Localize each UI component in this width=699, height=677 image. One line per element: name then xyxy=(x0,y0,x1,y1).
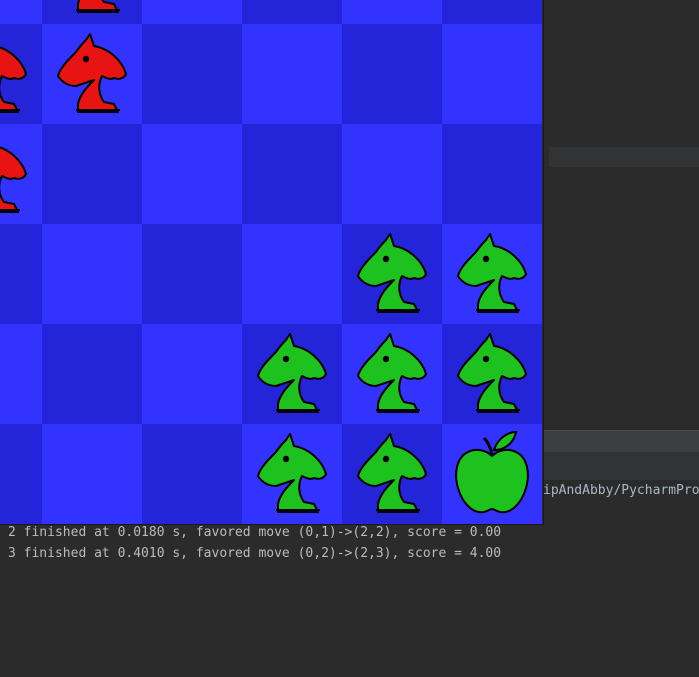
board-square[interactable] xyxy=(42,424,142,524)
green-knight-icon[interactable] xyxy=(242,324,342,424)
board-square[interactable] xyxy=(342,0,442,24)
red-knight-icon[interactable] xyxy=(0,24,42,124)
console-output[interactable]: 2 finished at 0.0180 s, favored move (0,… xyxy=(0,522,699,677)
board-square[interactable] xyxy=(42,324,142,424)
green-knight-icon[interactable] xyxy=(342,224,442,324)
apple-icon[interactable] xyxy=(442,424,542,524)
red-knight-icon[interactable] xyxy=(0,124,42,224)
board-square[interactable] xyxy=(42,224,142,324)
board-square[interactable] xyxy=(242,224,342,324)
board-square[interactable] xyxy=(142,0,242,24)
board-square[interactable] xyxy=(342,24,442,124)
board-square[interactable] xyxy=(0,224,42,324)
board-square[interactable] xyxy=(0,324,42,424)
board-square[interactable] xyxy=(442,124,542,224)
board-square[interactable] xyxy=(242,24,342,124)
run-toolwindow-header[interactable] xyxy=(543,430,699,453)
board-square[interactable] xyxy=(142,224,242,324)
board-square[interactable] xyxy=(342,124,442,224)
console-line: 3 finished at 0.4010 s, favored move (0,… xyxy=(8,546,502,561)
console-line: 2 finished at 0.0180 s, favored move (0,… xyxy=(8,525,502,540)
ide-panel-strip xyxy=(549,147,699,167)
board-square[interactable] xyxy=(242,124,342,224)
green-knight-icon[interactable] xyxy=(342,324,442,424)
board-square[interactable] xyxy=(442,0,542,24)
board-square[interactable] xyxy=(42,124,142,224)
board-square[interactable] xyxy=(0,0,42,24)
board-square[interactable] xyxy=(142,124,242,224)
red-knight-icon[interactable] xyxy=(42,24,142,124)
green-knight-icon[interactable] xyxy=(242,424,342,524)
green-knight-icon[interactable] xyxy=(342,424,442,524)
board-square[interactable] xyxy=(442,24,542,124)
run-config-bar xyxy=(543,452,699,480)
green-knight-icon[interactable] xyxy=(442,324,542,424)
green-knight-icon[interactable] xyxy=(442,224,542,324)
board-square[interactable] xyxy=(142,324,242,424)
board-square[interactable] xyxy=(242,0,342,24)
game-board[interactable] xyxy=(0,0,544,525)
red-knight-icon[interactable] xyxy=(42,0,142,24)
board-square[interactable] xyxy=(142,24,242,124)
run-path-text: ipAndAbby/PycharmPro xyxy=(543,483,699,498)
board-square[interactable] xyxy=(142,424,242,524)
board-square[interactable] xyxy=(0,424,42,524)
